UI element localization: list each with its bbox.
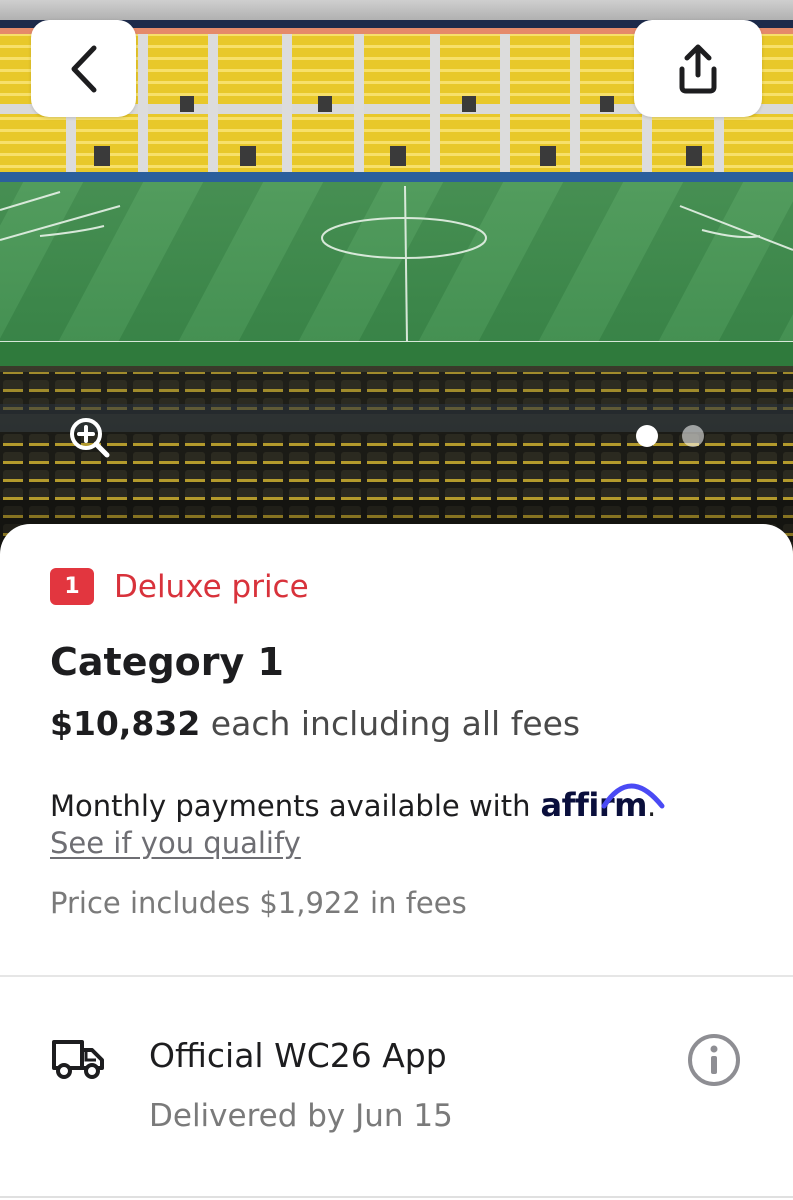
seat-view-gallery[interactable]: [0, 0, 793, 560]
zoom-in-icon: [70, 418, 110, 458]
price-amount: $10,832: [50, 704, 201, 743]
fees-note: Price includes $1,922 in fees: [50, 886, 467, 920]
ticket-category-title: Category 1: [50, 640, 284, 684]
financing-text: Monthly payments available with: [50, 789, 531, 823]
deal-score-row: 1 Deluxe price: [50, 568, 309, 605]
chevron-left-icon: [71, 45, 96, 92]
gallery-pagination: [636, 425, 704, 447]
section-divider: [0, 975, 793, 977]
listing-details-sheet: 1 Deluxe price Category 1 $10,832 each i…: [0, 524, 793, 1200]
bottom-divider: [0, 1196, 793, 1198]
share-button[interactable]: [634, 20, 762, 117]
delivery-date: Delivered by Jun 15: [149, 1098, 453, 1134]
deal-label: Deluxe price: [114, 568, 309, 605]
affirm-logo: affirm: [540, 783, 665, 824]
info-icon[interactable]: [686, 1032, 742, 1088]
zoom-button[interactable]: [66, 414, 112, 460]
gallery-dot[interactable]: [682, 425, 704, 447]
price-suffix: each including all fees: [200, 704, 581, 743]
deal-rank-badge: 1: [50, 568, 94, 605]
gallery-dot-active[interactable]: [636, 425, 658, 447]
qualify-link[interactable]: See if you qualify: [50, 826, 301, 860]
price-line: $10,832 each including all fees: [50, 704, 580, 743]
financing-row: Monthly payments available with affirm .: [50, 783, 665, 824]
share-icon: [679, 44, 717, 93]
delivery-method-title: Official WC26 App: [149, 1036, 447, 1075]
back-button[interactable]: [31, 20, 136, 117]
truck-icon: [52, 1040, 104, 1079]
affirm-arc-icon: [601, 783, 665, 809]
